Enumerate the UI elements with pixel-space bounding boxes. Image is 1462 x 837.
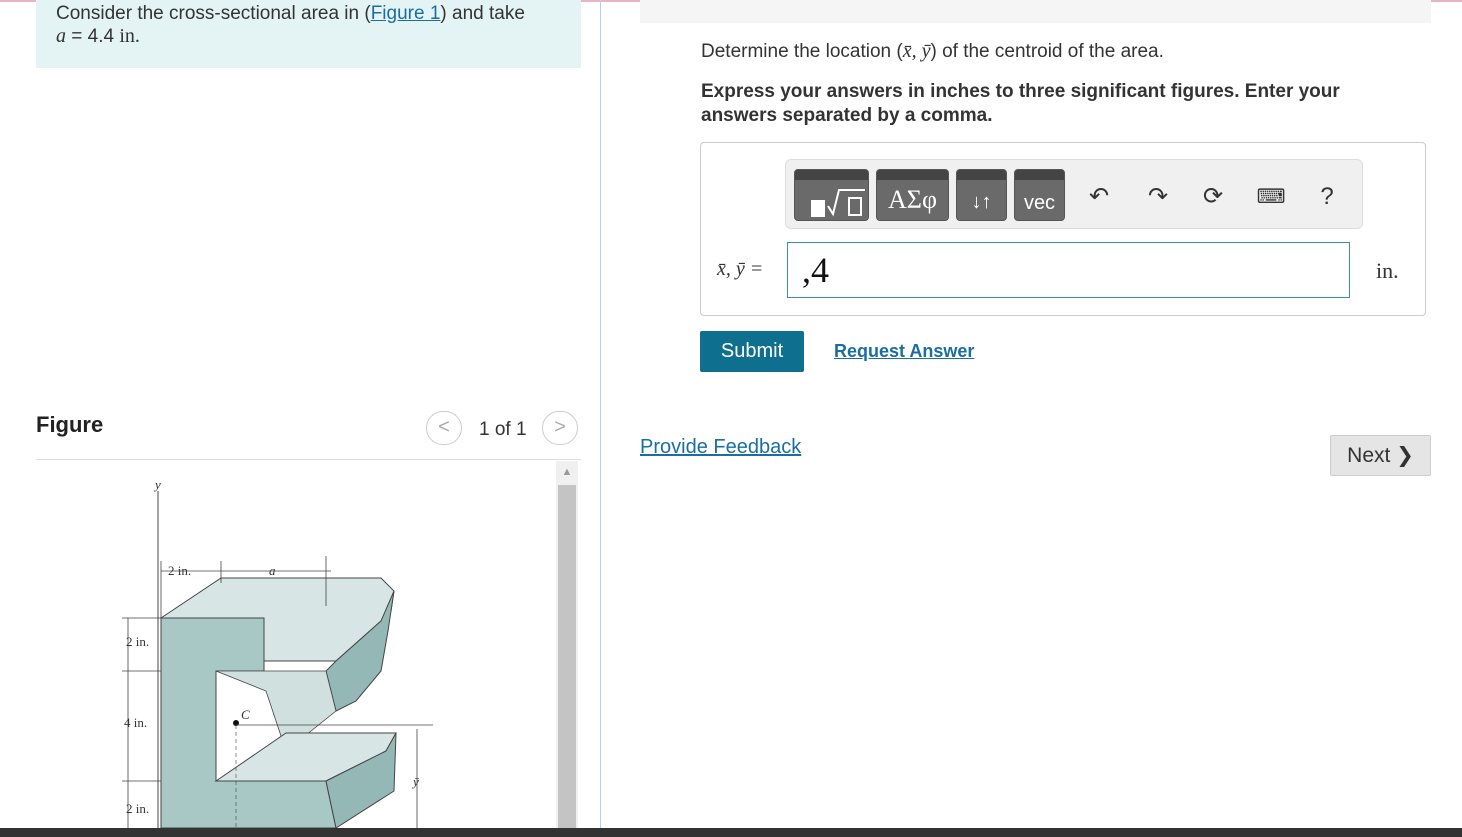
dim-label-2in-top: 2 in. bbox=[168, 563, 191, 578]
math-toolbar: ΑΣφ ↓↑ vec ↶ ↷ ⟳ ⌨ ? bbox=[785, 159, 1363, 229]
dim-label-4in: 4 in. bbox=[124, 715, 147, 730]
answer-label: x̄, ȳ = bbox=[717, 258, 764, 280]
question-vars: x̄, ȳ bbox=[902, 40, 931, 62]
chevron-left-icon: < bbox=[438, 416, 450, 438]
ybar-label: ȳ bbox=[411, 774, 419, 789]
figure-header: Figure < 1 of 1 > bbox=[36, 405, 581, 460]
scroll-thumb[interactable] bbox=[558, 485, 576, 828]
help-button[interactable]: ? bbox=[1310, 182, 1344, 212]
centroid-label: C bbox=[241, 707, 250, 722]
problem-var: a bbox=[56, 25, 66, 47]
dim-label-a: a bbox=[269, 563, 276, 578]
subscript-superscript-button[interactable]: ↓↑ bbox=[956, 169, 1007, 221]
provide-feedback-link[interactable]: Provide Feedback bbox=[640, 436, 801, 459]
keyboard-icon[interactable]: ⌨ bbox=[1254, 182, 1288, 212]
question-text: Determine the location (x̄, ȳ) of the ce… bbox=[701, 40, 1164, 63]
figure-prev-button[interactable]: < bbox=[426, 411, 462, 445]
instructions: Express your answers in inches to three … bbox=[701, 81, 1340, 126]
problem-text-suffix: ) and take bbox=[440, 3, 525, 24]
problem-text-prefix: Consider the cross-sectional area in ( bbox=[56, 3, 371, 24]
figure-link[interactable]: Figure 1 bbox=[371, 3, 441, 24]
figure-scrollbar[interactable]: ▲ bbox=[556, 461, 578, 828]
answer-value: ,4 bbox=[802, 250, 829, 290]
next-button[interactable]: Next ❯ bbox=[1330, 435, 1431, 476]
greek-symbols-button[interactable]: ΑΣφ bbox=[876, 169, 949, 221]
problem-unit: in. bbox=[119, 25, 140, 47]
submit-button[interactable]: Submit bbox=[700, 331, 804, 372]
problem-statement: Consider the cross-sectional area in (Fi… bbox=[36, 0, 581, 68]
cross-section-diagram: y 2 in. a 2 in. 4 in. 2 in. C ȳ bbox=[122, 477, 433, 828]
scroll-up-arrow-icon[interactable]: ▲ bbox=[556, 461, 578, 483]
answer-panel: ΑΣφ ↓↑ vec ↶ ↷ ⟳ ⌨ ? x̄, ȳ = ,4 in. bbox=[700, 142, 1426, 316]
reset-icon[interactable]: ⟳ bbox=[1196, 182, 1230, 212]
taskbar bbox=[0, 828, 1462, 837]
figure-counter: 1 of 1 bbox=[479, 419, 527, 440]
pane-divider bbox=[600, 0, 601, 828]
templates-button[interactable] bbox=[794, 169, 869, 221]
dim-label-2in-bottom: 2 in. bbox=[126, 801, 149, 816]
redo-icon[interactable]: ↷ bbox=[1141, 182, 1175, 212]
greek-label: ΑΣφ bbox=[888, 185, 937, 214]
vec-label: vec bbox=[1023, 192, 1056, 214]
dim-label-2in-left: 2 in. bbox=[126, 634, 149, 649]
question-suffix: ) of the centroid of the area. bbox=[930, 41, 1164, 62]
question-prefix: Determine the location ( bbox=[701, 41, 903, 62]
problem-value: = 4.4 bbox=[66, 26, 120, 47]
figure-title: Figure bbox=[36, 412, 104, 437]
y-axis-label: y bbox=[153, 477, 161, 492]
arrows-label: ↓↑ bbox=[971, 191, 992, 213]
figure-next-button[interactable]: > bbox=[542, 411, 578, 445]
figure-image: y 2 in. a 2 in. 4 in. 2 in. C ȳ bbox=[36, 461, 556, 828]
undo-icon[interactable]: ↶ bbox=[1082, 182, 1116, 212]
next-label: Next bbox=[1347, 444, 1391, 467]
answer-unit: in. bbox=[1376, 258, 1399, 283]
help-label: ? bbox=[1320, 183, 1334, 210]
vector-button[interactable]: vec bbox=[1014, 169, 1065, 221]
request-answer-link[interactable]: Request Answer bbox=[834, 341, 974, 362]
chevron-right-icon: ❯ bbox=[1396, 444, 1414, 467]
part-header-strip bbox=[640, 0, 1431, 23]
chevron-right-icon: > bbox=[554, 416, 566, 438]
answer-input[interactable]: ,4 bbox=[787, 242, 1350, 298]
